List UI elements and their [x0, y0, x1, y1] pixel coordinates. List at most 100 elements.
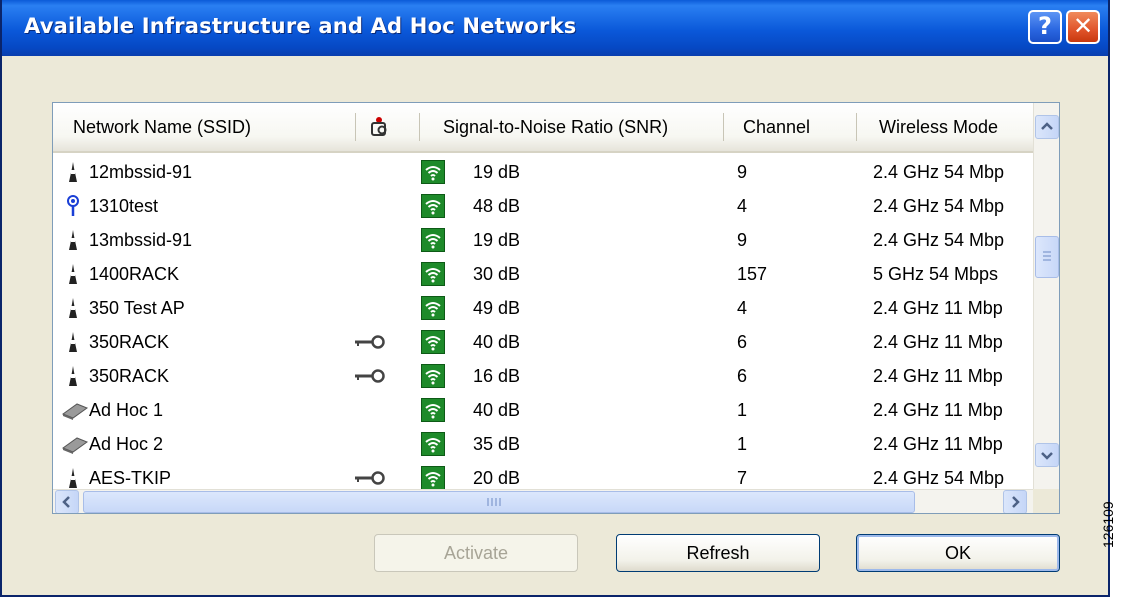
horizontal-scrollbar[interactable]: [53, 489, 1033, 513]
channel-cell: 157: [737, 264, 768, 284]
column-divider[interactable]: [419, 113, 420, 141]
vertical-scrollbar[interactable]: [1033, 103, 1059, 489]
wifi-signal-icon: [421, 160, 445, 184]
wireless-mode-cell: 2.4 GHz 11 Mbp: [873, 434, 1003, 454]
ssid-cell: 350RACK: [89, 332, 170, 352]
network-row[interactable]: 1310test 48 dB 4 2.4 GHz 54 Mbp: [53, 189, 1033, 223]
wifi-signal-icon: [421, 330, 445, 354]
channel-cell: 6: [737, 332, 748, 352]
access-point-icon: [61, 330, 85, 354]
column-header-snr[interactable]: Signal-to-Noise Ratio (SNR): [443, 103, 721, 151]
chevron-left-icon: [62, 496, 70, 508]
wireless-mode-cell: 5 GHz 54 Mbps: [873, 264, 999, 284]
access-point-icon: [61, 262, 85, 286]
column-header-ssid[interactable]: Network Name (SSID): [73, 103, 353, 151]
wifi-signal-icon: [421, 194, 445, 218]
snr-cell: 35 dB: [473, 434, 521, 454]
key-icon: [353, 334, 387, 350]
list-rows: 12mbssid-91 19 dB 9 2.4 GHz 54 Mbp 1310test 4…: [53, 151, 1033, 489]
channel-cell: 6: [737, 366, 748, 386]
snr-cell: 20 dB: [473, 468, 521, 488]
wireless-mode-cell: 2.4 GHz 54 Mbp: [873, 162, 1005, 182]
network-row[interactable]: 350 Test AP 49 dB 4 2.4 GHz 11 Mbp: [53, 291, 1033, 325]
figure-id: 126109: [1100, 501, 1116, 548]
key-icon: [353, 470, 387, 486]
ssid-cell: AES-TKIP: [89, 468, 172, 488]
network-row[interactable]: 350RACK 16 dB 6 2.4 GHz 11 Mbp: [53, 359, 1033, 393]
ssid-cell: 1400RACK: [89, 264, 180, 284]
networks-list[interactable]: Network Name (SSID) Signal-to-Noise Rati…: [52, 102, 1060, 514]
ssid-cell: 350 Test AP: [89, 298, 185, 318]
wifi-signal-icon: [421, 364, 445, 388]
scroll-right-button[interactable]: [1003, 490, 1027, 513]
channel-cell: 7: [737, 468, 748, 488]
column-divider[interactable]: [355, 113, 356, 141]
ok-button[interactable]: OK: [856, 534, 1060, 572]
access-point-icon: [61, 466, 85, 489]
title-bar[interactable]: Available Infrastructure and Ad Hoc Netw…: [2, 0, 1108, 56]
snr-cell: 40 dB: [473, 332, 521, 352]
channel-cell: 1: [737, 434, 748, 454]
access-point-icon: [61, 364, 85, 388]
snr-cell: 48 dB: [473, 196, 521, 216]
wireless-mode-cell: 2.4 GHz 11 Mbp: [873, 332, 1003, 352]
column-divider[interactable]: [856, 113, 857, 141]
wifi-signal-icon: [421, 228, 445, 252]
ssid-cell: 350RACK: [89, 366, 170, 386]
network-row[interactable]: 12mbssid-91 19 dB 9 2.4 GHz 54 Mbp: [53, 155, 1033, 189]
wireless-mode-cell: 2.4 GHz 11 Mbp: [873, 400, 1003, 420]
snr-cell: 40 dB: [473, 400, 521, 420]
wifi-signal-icon: [421, 432, 445, 456]
snr-cell: 19 dB: [473, 162, 521, 182]
key-icon: [353, 368, 387, 384]
network-row[interactable]: AES-TKIP 20 dB 7 2.4 GHz 54 Mbp: [53, 461, 1033, 489]
channel-cell: 9: [737, 230, 748, 250]
list-header: Network Name (SSID) Signal-to-Noise Rati…: [53, 103, 1033, 153]
wireless-mode-cell: 2.4 GHz 54 Mbp: [873, 468, 1005, 488]
horizontal-scroll-thumb[interactable]: [83, 491, 915, 513]
help-button[interactable]: ?: [1028, 10, 1062, 44]
lock-key-icon: [371, 117, 387, 136]
wireless-mode-cell: 2.4 GHz 11 Mbp: [873, 298, 1003, 318]
wireless-mode-cell: 2.4 GHz 54 Mbp: [873, 230, 1005, 250]
channel-cell: 4: [737, 298, 748, 318]
activate-button[interactable]: Activate: [374, 534, 578, 572]
scroll-down-button[interactable]: [1035, 443, 1059, 467]
snr-cell: 49 dB: [473, 298, 521, 318]
dialog-window: Available Infrastructure and Ad Hoc Netw…: [0, 0, 1110, 597]
channel-cell: 1: [737, 400, 748, 420]
wireless-mode-cell: 2.4 GHz 54 Mbp: [873, 196, 1005, 216]
chevron-down-icon: [1041, 452, 1053, 460]
network-row[interactable]: 350RACK 40 dB 6 2.4 GHz 11 Mbp: [53, 325, 1033, 359]
scroll-thumb[interactable]: [1035, 236, 1059, 278]
ssid-cell: 13mbssid-91: [89, 230, 193, 250]
network-row[interactable]: Ad Hoc 1 40 dB 1 2.4 GHz 11 Mbp: [53, 393, 1033, 427]
scroll-up-button[interactable]: [1035, 115, 1059, 139]
dialog-title: Available Infrastructure and Ad Hoc Netw…: [24, 14, 577, 38]
channel-cell: 9: [737, 162, 748, 182]
close-button[interactable]: ✕: [1066, 10, 1100, 44]
wifi-signal-icon: [421, 296, 445, 320]
network-row[interactable]: 13mbssid-91 19 dB 9 2.4 GHz 54 Mbp: [53, 223, 1033, 257]
wireless-mode-cell: 2.4 GHz 11 Mbp: [873, 366, 1003, 386]
ssid-cell: 1310test: [89, 196, 159, 216]
ssid-cell: 12mbssid-91: [89, 162, 193, 182]
ad-hoc-card-icon: [61, 398, 89, 422]
column-header-security[interactable]: [357, 103, 419, 151]
scroll-left-button[interactable]: [55, 490, 79, 513]
wifi-signal-icon: [421, 398, 445, 422]
network-row[interactable]: 1400RACK 30 dB 157 5 GHz 54 Mbps: [53, 257, 1033, 291]
column-divider[interactable]: [723, 113, 724, 141]
access-point-icon: [61, 296, 85, 320]
grip-icon: [1043, 251, 1051, 261]
snr-cell: 16 dB: [473, 366, 521, 386]
refresh-button[interactable]: Refresh: [616, 534, 820, 572]
column-header-mode[interactable]: Wireless Mode: [879, 103, 1029, 151]
scrollbar-corner: [1033, 489, 1059, 513]
column-header-channel[interactable]: Channel: [743, 103, 853, 151]
network-row[interactable]: Ad Hoc 2 35 dB 1 2.4 GHz 11 Mbp: [53, 427, 1033, 461]
ssid-cell: Ad Hoc 2: [89, 434, 164, 454]
snr-cell: 30 dB: [473, 264, 521, 284]
access-point-icon: [61, 228, 85, 252]
wifi-signal-icon: [421, 466, 445, 489]
